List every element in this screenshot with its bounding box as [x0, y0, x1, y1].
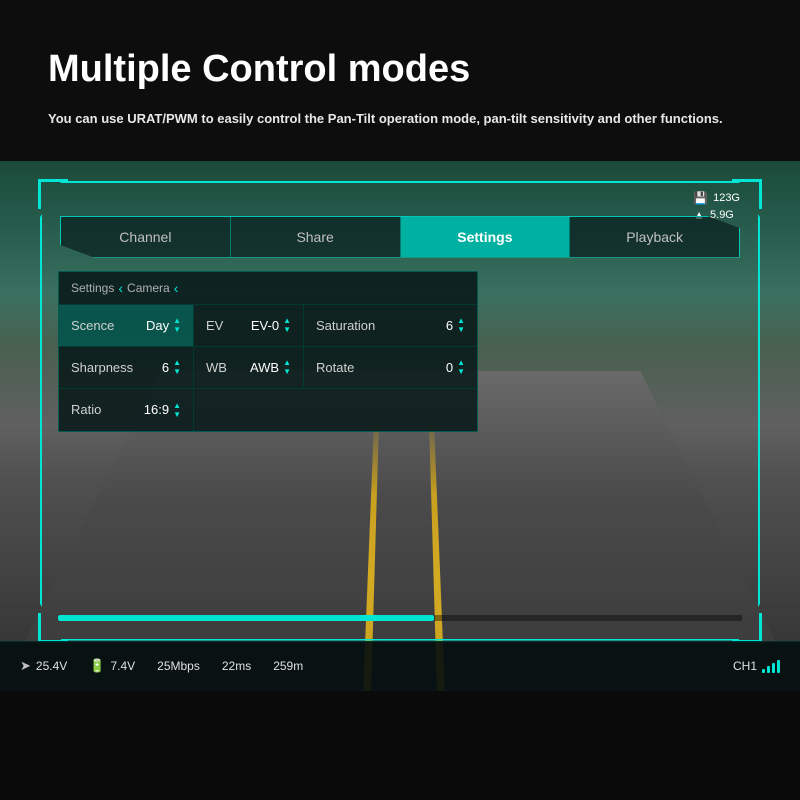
ev-label: EV: [206, 318, 251, 333]
scence-cell: Scence Day ▲ ▼: [59, 305, 194, 346]
status-latency: 22ms: [222, 659, 251, 673]
wb-value-container: AWB ▲ ▼: [250, 358, 291, 376]
tab-settings[interactable]: Settings: [401, 217, 571, 257]
settings-panel: Settings ‹ Camera ‹ Scence Day ▲ ▼ EV: [58, 271, 478, 432]
tab-bar: Channel Share Settings Playback: [60, 216, 740, 258]
sharpness-spinner[interactable]: ▲ ▼: [173, 358, 181, 376]
scence-value-container: Day ▲ ▼: [146, 316, 181, 334]
distance-value: 259m: [273, 659, 303, 673]
ratio-cell: Ratio 16:9 ▲ ▼: [59, 389, 194, 431]
breadcrumb-child: Camera: [127, 281, 170, 295]
ratio-value-container: 16:9 ▲ ▼: [144, 401, 181, 419]
ratio-down[interactable]: ▼: [173, 410, 181, 419]
status-speed: ➤ 25.4V: [20, 658, 67, 674]
top-section: Multiple Control modes You can use URAT/…: [0, 0, 800, 161]
saturation-spinner[interactable]: ▲ ▼: [457, 316, 465, 334]
rotate-spinner[interactable]: ▲ ▼: [457, 358, 465, 376]
rotate-value: 0: [446, 360, 453, 375]
empty-cell-2: [304, 389, 477, 431]
breadcrumb-arrow-2: ‹: [174, 280, 179, 296]
tab-channel[interactable]: Channel: [61, 217, 231, 257]
page-subtitle: You can use URAT/PWM to easily control t…: [48, 109, 728, 129]
signal-bar-1: [762, 669, 765, 673]
wb-cell: WB AWB ▲ ▼: [194, 347, 304, 388]
scence-label: Scence: [71, 318, 146, 333]
settings-row-2: Sharpness 6 ▲ ▼ WB AWB ▲ ▼: [59, 347, 477, 389]
ev-value-container: EV-0 ▲ ▼: [251, 316, 291, 334]
wb-down[interactable]: ▼: [283, 367, 291, 376]
battery-icon: 🔋: [89, 658, 105, 674]
scence-value: Day: [146, 318, 169, 333]
ratio-value: 16:9: [144, 402, 169, 417]
ev-cell: EV EV-0 ▲ ▼: [194, 305, 304, 346]
bitrate-value: 25Mbps: [157, 659, 200, 673]
sharpness-value-container: 6 ▲ ▼: [162, 358, 181, 376]
progress-bar-fill: [58, 615, 434, 621]
page-title: Multiple Control modes: [48, 48, 752, 91]
signal-bars: [762, 659, 780, 673]
saturation-value-container: 6 ▲ ▼: [446, 316, 465, 334]
scence-up[interactable]: ▲: [173, 316, 181, 325]
saturation-up[interactable]: ▲: [457, 316, 465, 325]
sharpness-cell: Sharpness 6 ▲ ▼: [59, 347, 194, 388]
latency-value: 22ms: [222, 659, 251, 673]
battery-value: 7.4V: [110, 659, 135, 673]
tab-share[interactable]: Share: [231, 217, 401, 257]
sd-card-icon: 💾: [693, 191, 708, 205]
ratio-label: Ratio: [71, 402, 144, 417]
ev-spinner[interactable]: ▲ ▼: [283, 316, 291, 334]
signal-bar-2: [767, 666, 770, 673]
breadcrumb-arrow-1: ‹: [118, 280, 123, 296]
status-bitrate: 25Mbps: [157, 659, 200, 673]
ev-value: EV-0: [251, 318, 279, 333]
signal-bar-3: [772, 663, 775, 673]
saturation-down[interactable]: ▼: [457, 325, 465, 334]
status-battery: 🔋 7.4V: [89, 658, 135, 674]
wb-up[interactable]: ▲: [283, 358, 291, 367]
speed-value: 25.4V: [36, 659, 67, 673]
storage-total: 123G: [713, 192, 740, 204]
status-bar: ➤ 25.4V 🔋 7.4V 25Mbps 22ms 259m CH1: [0, 641, 800, 691]
saturation-value: 6: [446, 318, 453, 333]
hud-corner-tl: [38, 179, 68, 209]
sharpness-down[interactable]: ▼: [173, 367, 181, 376]
ev-down[interactable]: ▼: [283, 325, 291, 334]
ratio-up[interactable]: ▲: [173, 401, 181, 410]
screen-section: 💾 123G ▲ 5.9G Channel Share Settings Pla…: [0, 161, 800, 691]
speed-icon: ➤: [20, 658, 31, 674]
breadcrumb: Settings ‹ Camera ‹: [59, 272, 477, 305]
settings-row-1: Scence Day ▲ ▼ EV EV-0 ▲ ▼: [59, 305, 477, 347]
rotate-up[interactable]: ▲: [457, 358, 465, 367]
status-channel: CH1: [733, 659, 780, 673]
rotate-cell: Rotate 0 ▲ ▼: [304, 347, 477, 388]
tab-playback[interactable]: Playback: [570, 217, 739, 257]
sharpness-label: Sharpness: [71, 360, 162, 375]
scence-down[interactable]: ▼: [173, 325, 181, 334]
sharpness-value: 6: [162, 360, 169, 375]
rotate-value-container: 0 ▲ ▼: [446, 358, 465, 376]
rotate-down[interactable]: ▼: [457, 367, 465, 376]
scence-spinner[interactable]: ▲ ▼: [173, 316, 181, 334]
ev-up[interactable]: ▲: [283, 316, 291, 325]
wb-value: AWB: [250, 360, 279, 375]
status-distance: 259m: [273, 659, 303, 673]
sharpness-up[interactable]: ▲: [173, 358, 181, 367]
wb-spinner[interactable]: ▲ ▼: [283, 358, 291, 376]
saturation-label: Saturation: [316, 318, 446, 333]
channel-label: CH1: [733, 659, 757, 673]
empty-cell-1: [194, 389, 304, 431]
wb-label: WB: [206, 360, 250, 375]
settings-row-3: Ratio 16:9 ▲ ▼: [59, 389, 477, 431]
ratio-spinner[interactable]: ▲ ▼: [173, 401, 181, 419]
signal-bar-4: [777, 660, 780, 673]
progress-bar[interactable]: [58, 615, 742, 621]
rotate-label: Rotate: [316, 360, 446, 375]
breadcrumb-root: Settings: [71, 281, 114, 295]
saturation-cell: Saturation 6 ▲ ▼: [304, 305, 477, 346]
